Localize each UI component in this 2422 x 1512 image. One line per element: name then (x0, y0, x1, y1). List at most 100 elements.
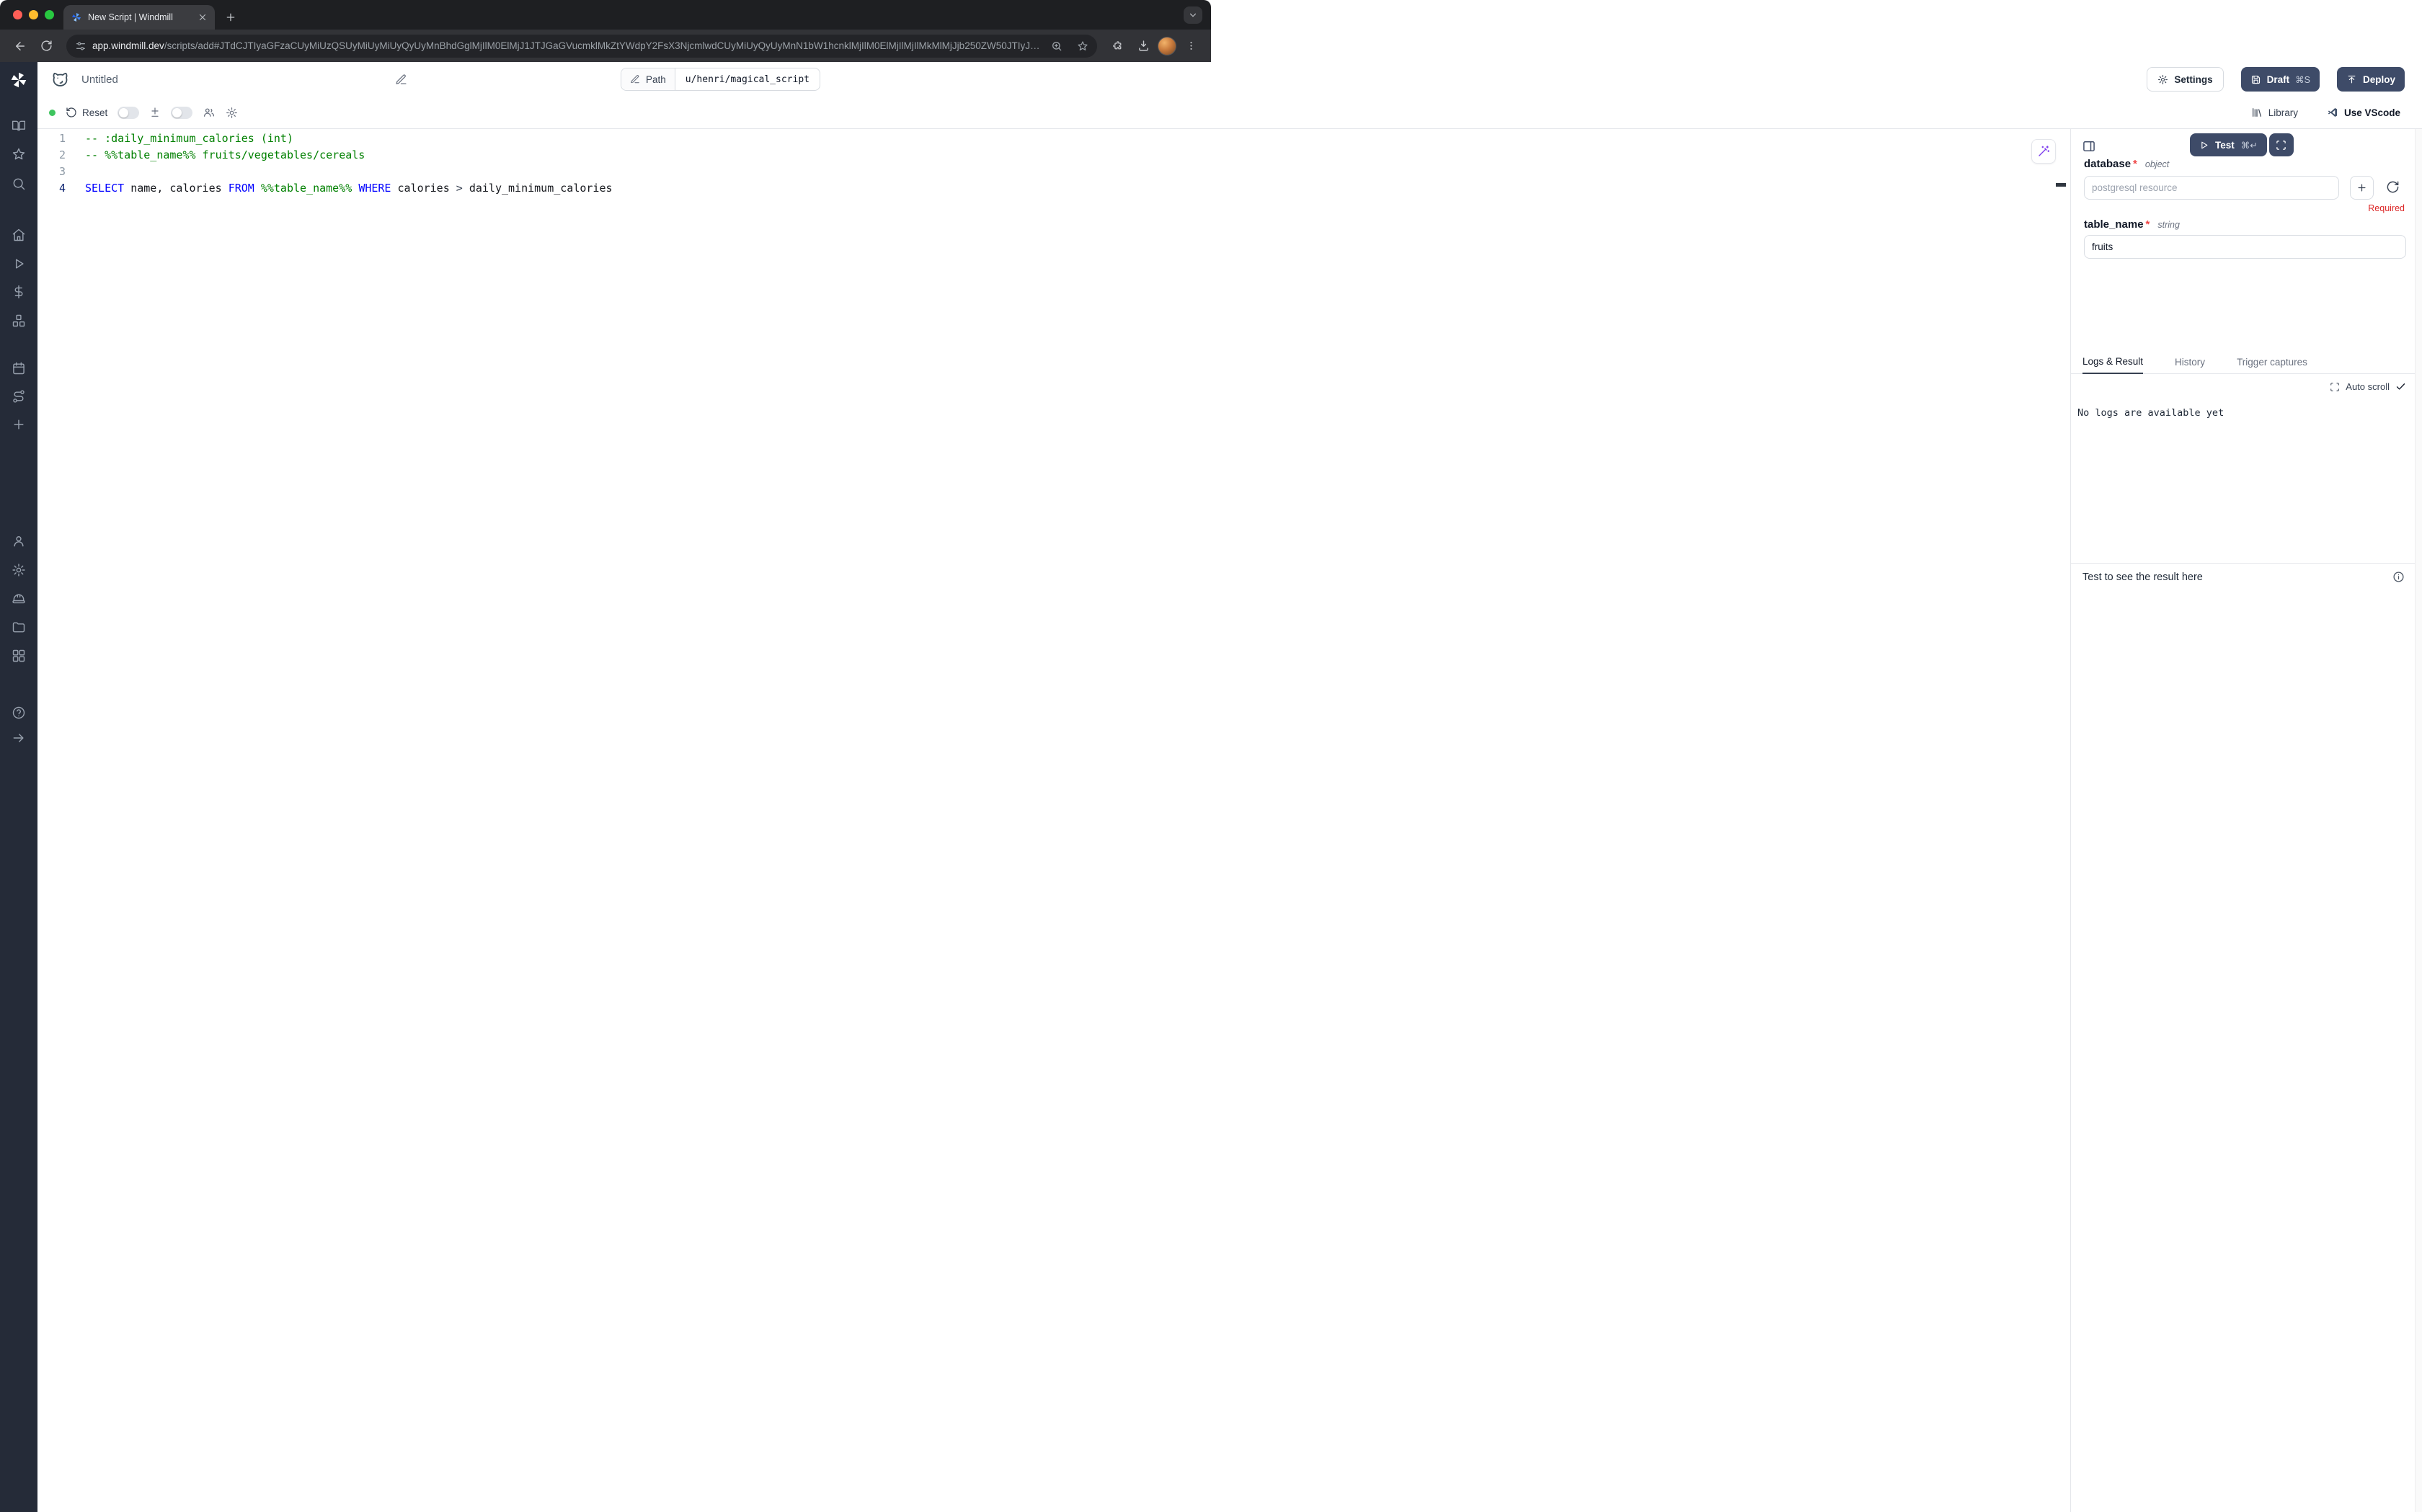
panel-scrollbar[interactable] (2415, 129, 2422, 1512)
postgresql-icon (50, 70, 70, 89)
result-placeholder-text: Test to see the result here (2082, 572, 2203, 583)
test-button[interactable]: Test ⌘↵ (2190, 133, 2267, 156)
url-text: app.windmill.dev/scripts/add#JTdCJTIyaGF… (92, 40, 1041, 51)
settings-button[interactable]: Settings (2147, 67, 2223, 92)
editor-gutter: 1234 (37, 130, 69, 197)
expand-logs-icon (2330, 382, 2340, 392)
tab-trigger-captures[interactable]: Trigger captures (2237, 357, 2307, 373)
script-path-group[interactable]: Path u/henri/magical_script (621, 68, 820, 91)
deploy-label: Deploy (2363, 74, 2395, 85)
route-icon[interactable] (12, 389, 26, 404)
diff-toggle[interactable] (117, 107, 139, 119)
play-icon (2199, 141, 2209, 150)
refresh-resources-icon[interactable] (2386, 180, 2400, 194)
bookmark-star-icon[interactable] (1073, 36, 1093, 56)
database-input[interactable] (2084, 176, 2339, 200)
draft-button[interactable]: Draft ⌘S (2241, 67, 2320, 92)
edit-title-pencil-icon[interactable] (395, 74, 407, 86)
tab-history[interactable]: History (2175, 357, 2205, 373)
star-icon[interactable] (12, 147, 26, 161)
test-fullscreen-button[interactable] (2269, 133, 2294, 156)
profile-avatar[interactable] (1158, 37, 1176, 55)
multiplayer-toggle[interactable] (171, 107, 192, 119)
table-name-arg-name: table_name (2084, 218, 2144, 231)
script-title-field[interactable]: Untitled (81, 74, 407, 86)
collapse-sidebar-icon[interactable] (12, 731, 26, 745)
reload-icon[interactable] (35, 35, 58, 58)
diff-icon (149, 107, 161, 118)
library-button[interactable]: Library (2251, 107, 2298, 118)
dollar-icon[interactable] (12, 285, 26, 299)
back-icon[interactable] (9, 35, 32, 58)
ai-assistant-button[interactable] (2031, 139, 2056, 164)
url-path: /scripts/add#JTdCJTIyaGFzaCUyMiUzQSUyMiU… (164, 40, 1041, 51)
connection-status-dot (49, 110, 56, 116)
draft-shortcut: ⌘S (2295, 74, 2310, 85)
windmill-logo[interactable] (9, 71, 28, 89)
panel-tabs: Logs & Result History Trigger captures (2071, 352, 2415, 374)
editor-code[interactable]: -- :daily_minimum_calories (int)-- %%tab… (85, 130, 2041, 197)
path-label: Path (646, 74, 666, 85)
user-icon[interactable] (12, 534, 26, 548)
test-label: Test (2215, 140, 2235, 151)
site-info-icon[interactable] (75, 40, 86, 52)
home-icon[interactable] (12, 228, 26, 242)
check-icon (2395, 381, 2406, 392)
code-editor[interactable]: 1234 -- :daily_minimum_calories (int)-- … (37, 129, 2070, 1512)
use-vscode-button[interactable]: Use VScode (2327, 107, 2400, 118)
path-label-segment[interactable]: Path (621, 68, 675, 90)
book-icon[interactable] (12, 119, 26, 133)
plus-icon[interactable] (12, 417, 26, 432)
table-name-arg-label: table_name* string (2084, 218, 2180, 231)
database-required-note: Required (2368, 203, 2405, 213)
editor-settings-gear-icon[interactable] (226, 107, 238, 119)
database-arg-type: object (2145, 159, 2169, 169)
reset-button[interactable]: Reset (66, 107, 107, 118)
database-arg-label: database* object (2084, 158, 2169, 170)
script-header: Untitled Path u/henri/magical_script Set… (37, 62, 2422, 97)
zoom-window-button[interactable] (45, 10, 54, 19)
overview-ruler-mark (2056, 183, 2066, 187)
result-section: Test to see the result here (2071, 563, 2415, 583)
browser-toolbar: app.windmill.dev/scripts/add#JTdCJTIyaGF… (0, 30, 1211, 62)
close-window-button[interactable] (13, 10, 22, 19)
grid-icon[interactable] (12, 649, 26, 663)
calendar-icon[interactable] (12, 361, 26, 375)
tab-title: New Script | Windmill (88, 12, 192, 22)
browser-tab[interactable]: New Script | Windmill (63, 5, 215, 30)
database-arg-name: database (2084, 158, 2131, 170)
minimize-window-button[interactable] (29, 10, 38, 19)
tab-logs-result[interactable]: Logs & Result (2082, 356, 2143, 374)
downloads-icon[interactable] (1132, 35, 1155, 58)
extensions-icon[interactable] (1106, 35, 1129, 58)
auto-scroll-label: Auto scroll (2346, 381, 2390, 392)
boxes-icon[interactable] (12, 313, 26, 328)
code-line: -- :daily_minimum_calories (int) (85, 130, 2041, 147)
windmill-favicon (71, 12, 82, 23)
code-line: -- %%table_name%% fruits/vegetables/cere… (85, 147, 2041, 164)
new-tab-button[interactable] (221, 7, 241, 27)
browser-menu-kebab-icon[interactable] (1179, 35, 1202, 58)
url-bar[interactable]: app.windmill.dev/scripts/add#JTdCJTIyaGF… (66, 35, 1097, 58)
tab-search-chevron-icon[interactable] (1184, 6, 1202, 24)
url-domain: app.windmill.dev (92, 40, 164, 51)
app-sidebar (0, 62, 37, 1512)
vscode-icon (2327, 107, 2338, 118)
zoom-icon[interactable] (1047, 36, 1067, 56)
collapse-panel-icon[interactable] (2082, 139, 2096, 154)
deploy-button[interactable]: Deploy (2337, 67, 2405, 92)
tab-close-icon[interactable] (198, 12, 208, 22)
add-resource-button[interactable] (2350, 176, 2374, 200)
search-icon[interactable] (12, 177, 26, 191)
library-label: Library (2268, 107, 2298, 118)
auto-scroll-control[interactable]: Auto scroll (2330, 381, 2406, 392)
info-icon[interactable] (2392, 571, 2405, 583)
play-icon[interactable] (12, 257, 26, 271)
help-icon[interactable] (12, 706, 26, 720)
table-name-input[interactable] (2084, 235, 2406, 259)
folder-icon[interactable] (12, 620, 26, 634)
required-asterisk: * (2133, 158, 2137, 170)
run-panel: Test ⌘↵ database* object Required table_… (2071, 129, 2422, 1512)
hardhat-icon[interactable] (12, 592, 26, 606)
gear-icon[interactable] (12, 563, 26, 577)
